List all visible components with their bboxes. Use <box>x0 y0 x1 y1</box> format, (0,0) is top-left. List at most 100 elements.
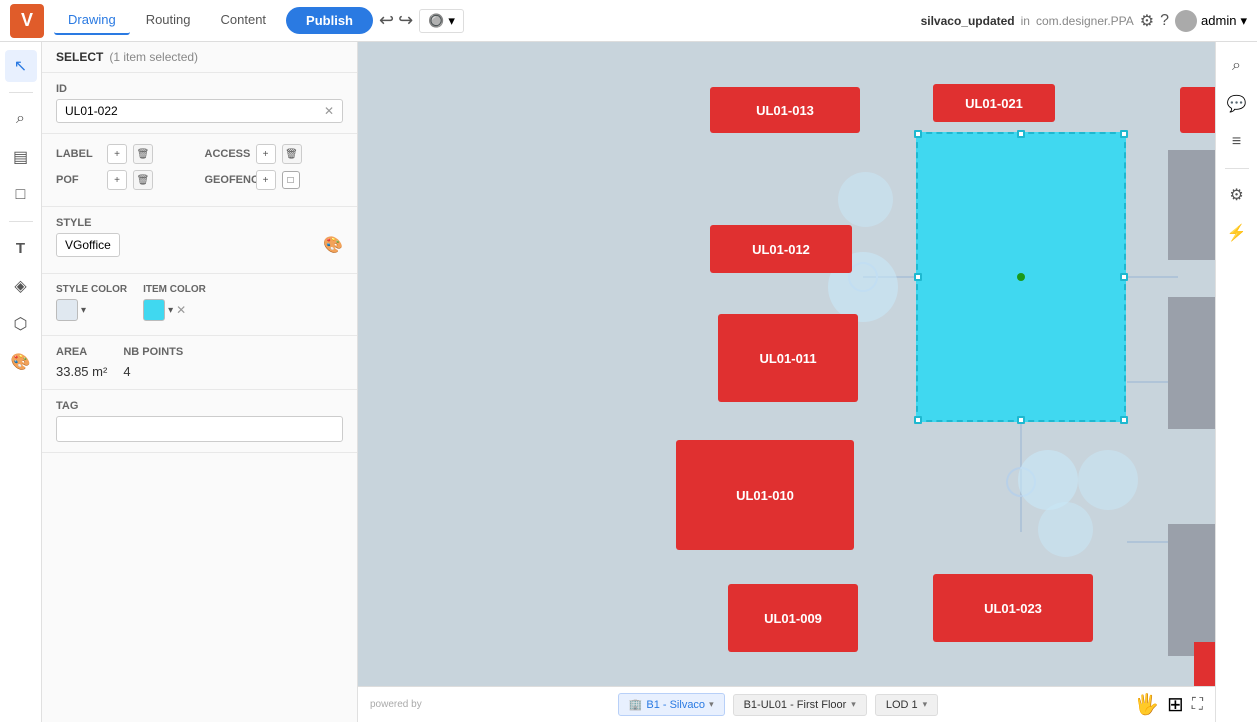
id-clear-icon[interactable]: ✕ <box>324 104 334 118</box>
room-label-ul01-010[interactable]: UL01-010 <box>676 440 854 550</box>
cursor-tool-icon[interactable]: ↖ <box>5 50 37 82</box>
label-del-btn[interactable]: 🗑 <box>133 144 153 164</box>
help-icon[interactable]: ? <box>1160 12 1169 30</box>
doc-name: silvaco_updated <box>921 14 1015 28</box>
settings-icon[interactable]: ⚙ <box>1140 11 1154 31</box>
building-selector[interactable]: 🏢 B1 - Silvaco ▾ <box>618 693 725 716</box>
room-label-ul01-021[interactable]: UL01-021 <box>933 84 1055 122</box>
3d-tool-icon[interactable]: ◈ <box>5 270 37 302</box>
tab-content[interactable]: Content <box>207 6 281 35</box>
floor-selector[interactable]: B1-UL01 - First Floor ▾ <box>733 694 867 716</box>
lod-selector[interactable]: LOD 1 ▾ <box>875 694 938 716</box>
right-toolbar: ⌕ 💬 ≡ ⚙ ⚡ <box>1215 42 1257 722</box>
area-label: AREA <box>56 346 107 358</box>
room-label-ul01-023[interactable]: UL01-023 <box>933 574 1093 642</box>
colors-section: STYLE COLOR ▾ ITEM COLOR ▾ ✕ <box>42 274 357 336</box>
gray-room-fork: 🍴 <box>1168 524 1215 656</box>
stamp-tool[interactable]: 🔘 ▾ <box>419 9 464 33</box>
tab-routing[interactable]: Routing <box>132 6 205 35</box>
item-color-swatch-row: ▾ ✕ <box>143 299 206 321</box>
tag-label: TAG <box>56 400 343 412</box>
paint-tool-icon[interactable]: 🎨 <box>5 346 37 378</box>
resize-handle-mr[interactable] <box>1120 273 1128 281</box>
selected-room[interactable] <box>916 132 1126 422</box>
resize-handle-tl[interactable] <box>914 130 922 138</box>
room-label-ul01-009[interactable]: UL01-009 <box>728 584 858 652</box>
doc-in: in <box>1021 14 1030 28</box>
style-select-wrapper: VGoffice <box>56 233 315 257</box>
user-area[interactable]: admin ▾ <box>1175 10 1247 32</box>
room-label-ul01-011[interactable]: UL01-011 <box>718 314 858 402</box>
lt-separator-1 <box>9 92 33 93</box>
building-icon: 🏢 <box>629 698 643 711</box>
geofence-field-label: Geofence <box>205 174 250 186</box>
area-section: AREA 33.85 m² NB POINTS 4 <box>42 336 357 390</box>
undo-redo-group: ↩ ↪ <box>379 10 413 31</box>
bottom-bar: powered by 🏢 B1 - Silvaco ▾ B1-UL01 - Fi… <box>358 686 1215 722</box>
select-header: SELECT (1 item selected) <box>42 42 357 73</box>
resize-handle-bm[interactable] <box>1017 416 1025 424</box>
resize-handle-tm[interactable] <box>1017 130 1025 138</box>
style-select[interactable]: VGoffice <box>56 233 120 257</box>
room-label-ul01-013[interactable]: UL01-013 <box>710 87 860 133</box>
gray-room-hanger: 🪝 <box>1168 150 1215 260</box>
hand-tool-icon[interactable]: 🖐 <box>1134 692 1159 717</box>
chat-right-icon[interactable]: 💬 <box>1221 88 1253 120</box>
geofence-row: Geofence + □ <box>205 170 344 190</box>
pof-add-btn[interactable]: + <box>107 170 127 190</box>
layers-tool-icon[interactable]: ▤ <box>5 141 37 173</box>
resize-handle-tr[interactable] <box>1120 130 1128 138</box>
shapes-tool-icon[interactable]: □ <box>5 179 37 211</box>
color-row: STYLE COLOR ▾ ITEM COLOR ▾ ✕ <box>56 284 343 321</box>
doc-info: silvaco_updated in com.designer.PPA <box>921 14 1134 28</box>
redo-button[interactable]: ↪ <box>398 10 413 31</box>
item-color-swatch[interactable] <box>143 299 165 321</box>
style-color-chevron[interactable]: ▾ <box>81 305 86 316</box>
bottom-center: 🏢 B1 - Silvaco ▾ B1-UL01 - First Floor ▾… <box>618 693 939 716</box>
menu-right-icon[interactable]: ≡ <box>1221 126 1253 158</box>
circle-connector-2 <box>838 172 893 227</box>
item-color-chevron[interactable]: ▾ <box>168 305 173 316</box>
resize-handle-ml[interactable] <box>914 273 922 281</box>
room-label-ul01-020[interactable]: UL01-020 <box>1180 87 1215 133</box>
search-right-icon[interactable]: ⌕ <box>1221 50 1253 82</box>
resize-handle-br[interactable] <box>1120 416 1128 424</box>
access-add-btn[interactable]: + <box>256 144 276 164</box>
id-label: ID <box>56 83 343 95</box>
main-area: ↖ ⌕ ▤ □ T ◈ ⬡ 🎨 SELECT (1 item selected)… <box>0 42 1257 722</box>
label-access-row: Label + 🗑 POF + 🗑 Access + 🗑 <box>56 144 343 196</box>
fullscreen-icon[interactable]: ⛶ <box>1192 696 1203 714</box>
area-value: 33.85 m² <box>56 364 107 379</box>
id-input[interactable] <box>65 104 320 118</box>
label-col: Label + 🗑 POF + 🗑 <box>56 144 195 196</box>
style-color-swatch[interactable] <box>56 299 78 321</box>
undo-button[interactable]: ↩ <box>379 10 394 31</box>
gray-room-person: 🚻 <box>1168 297 1215 429</box>
tag-input[interactable] <box>56 416 343 442</box>
pof-del-btn[interactable]: 🗑 <box>133 170 153 190</box>
canvas[interactable]: 🪝 🚻 🍴 <box>358 42 1215 722</box>
palette-icon[interactable]: 🎨 <box>323 235 343 255</box>
geofence-add-btn[interactable]: + <box>256 170 276 190</box>
label-add-btn[interactable]: + <box>107 144 127 164</box>
area-field: AREA 33.85 m² <box>56 346 107 379</box>
grid-tool-icon[interactable]: ⊞ <box>1167 692 1184 717</box>
floor-chevron: ▾ <box>851 699 856 710</box>
resize-handle-bl[interactable] <box>914 416 922 424</box>
select-count: (1 item selected) <box>109 50 198 64</box>
publish-button[interactable]: Publish <box>286 7 373 34</box>
area-row: AREA 33.85 m² NB POINTS 4 <box>56 346 343 379</box>
pof-row: POF + 🗑 <box>56 170 195 190</box>
item-color-clear[interactable]: ✕ <box>176 303 186 317</box>
network-tool-icon[interactable]: ⬡ <box>5 308 37 340</box>
lightning-right-icon[interactable]: ⚡ <box>1221 217 1253 249</box>
tab-drawing[interactable]: Drawing <box>54 6 130 35</box>
search-tool-icon[interactable]: ⌕ <box>5 103 37 135</box>
geofence-shape-btn[interactable]: □ <box>282 171 300 189</box>
powered-by-text: powered by <box>370 699 422 710</box>
text-tool-icon[interactable]: T <box>5 232 37 264</box>
nb-points-field: NB POINTS 4 <box>123 346 183 379</box>
room-label-ul01-012[interactable]: UL01-012 <box>710 225 852 273</box>
settings-right-icon[interactable]: ⚙ <box>1221 179 1253 211</box>
access-del-btn[interactable]: 🗑 <box>282 144 302 164</box>
